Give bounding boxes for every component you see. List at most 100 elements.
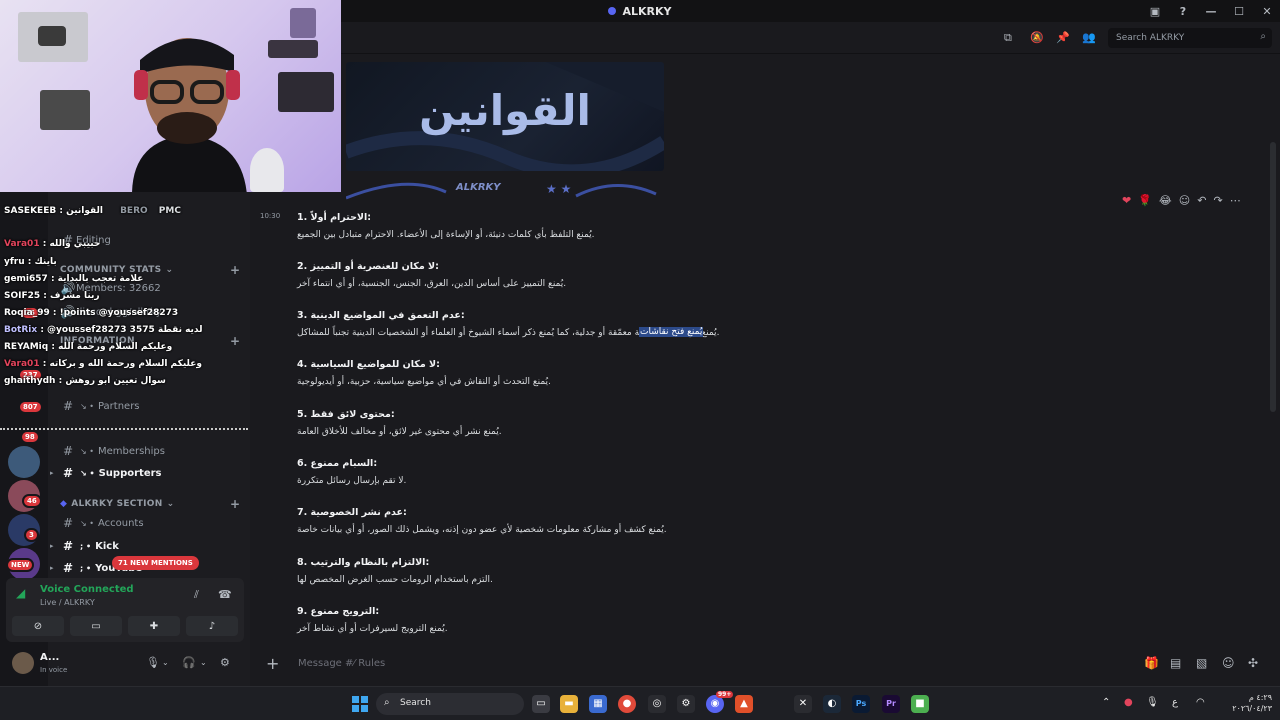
chat-text: : القوانين — [59, 206, 103, 216]
strip-decoration: ★ ★ — [346, 182, 657, 200]
chat-user: Roqia_99 — [4, 308, 50, 318]
soundboard-button[interactable]: ♪ — [186, 616, 238, 636]
main-chat: ⧉ 🔕 📌 👥 Search ALKRKY ⌕ القوانين ★ ★ ALK… — [250, 22, 1280, 686]
voice-channel[interactable]: Live / ALKRKY — [40, 598, 95, 607]
rule-title: 2. لا مكان للعنصرية أو التمييز: — [297, 261, 439, 272]
chat-line: Vara01 : حبيبي والله — [4, 239, 100, 249]
language-indicator[interactable]: ع — [1172, 697, 1178, 708]
settings-gear-icon[interactable]: ⚙ — [220, 656, 230, 669]
taskbar-clock[interactable]: ٤:٢٩ م ٢٠٢٦/٠٤/٢٣ — [1214, 692, 1272, 714]
help-icon[interactable]: ? — [1176, 5, 1190, 18]
channel-label: Accounts — [97, 517, 144, 529]
message-input[interactable]: Message #⁄ Rules — [298, 658, 385, 669]
chat-user: gemi657 — [4, 274, 48, 284]
inbox-icon[interactable]: ▣ — [1148, 5, 1162, 18]
server-icon — [608, 7, 617, 15]
noise-suppression-icon[interactable]: ⫽ — [194, 588, 199, 602]
rule-title: 7. عدم نشر الخصوصية: — [297, 507, 407, 518]
mute-icon[interactable]: 🔕 — [1030, 31, 1044, 44]
brave-icon[interactable]: ▲ — [735, 695, 753, 713]
clock-date: ٢٠٢٦/٠٤/٢٣ — [1232, 704, 1272, 713]
tray-mic-icon[interactable]: 🎙 — [1146, 697, 1159, 708]
rule-body: يُمنع التلفظ بأي كلمات دنيئة، أو الإساءة… — [297, 230, 595, 240]
scrollbar[interactable] — [1270, 142, 1276, 412]
forward-icon[interactable]: ↷ — [1213, 194, 1222, 210]
gift-icon[interactable]: 🎁 — [1144, 656, 1159, 670]
minimize-button[interactable]: — — [1204, 5, 1218, 18]
minecraft-icon[interactable]: ■ — [911, 695, 929, 713]
server-icon[interactable] — [8, 446, 40, 478]
voice-status[interactable]: Voice Connected — [40, 584, 134, 595]
laugh-reaction-icon[interactable]: 😂 — [1159, 194, 1172, 210]
camera-off-button[interactable]: ⊘ — [12, 616, 64, 636]
steam-icon[interactable]: ◐ — [823, 695, 841, 713]
attach-plus-icon[interactable]: + — [266, 654, 279, 673]
pin-icon[interactable]: 📌 — [1056, 31, 1070, 44]
add-channel-icon[interactable]: + — [230, 497, 240, 511]
channel-item-supporters[interactable]: ▸ # ↘ • Supporters — [50, 463, 244, 483]
heart-reaction-icon[interactable]: ❤ — [1122, 194, 1131, 210]
rule-body: يُمنع الترويج لسيرفرات أو أي نشاط آخر. — [297, 624, 448, 634]
rule-title: 3. عدم التعمق في المواضيع الدينية: — [297, 310, 465, 321]
unread-indicator-icon: ▸ — [50, 564, 54, 572]
chevron-down-icon[interactable]: ⌄ — [200, 658, 207, 667]
activities-button[interactable]: ✚ — [128, 616, 180, 636]
hash-icon: # — [62, 466, 74, 480]
streamer-silhouette — [132, 38, 247, 192]
windows-start-icon[interactable] — [352, 696, 368, 712]
app-icon[interactable]: ✕ — [794, 695, 812, 713]
rule-title: 9. الترويج ممنوع: — [297, 606, 380, 617]
avatar[interactable] — [12, 652, 34, 674]
settings-icon[interactable]: ⚙ — [677, 695, 695, 713]
rules-banner-image: القوانين — [346, 62, 664, 171]
channel-label: Memberships — [97, 445, 165, 457]
rule-body: التزم باستخدام الرومات حسب الغرض المخصص … — [297, 575, 493, 585]
user-name[interactable]: A... — [40, 652, 59, 663]
message-action-bar: ❤ 🌹 😂 ☺ ↶ ↷ ⋯ — [1122, 194, 1241, 210]
add-reaction-icon[interactable]: ☺ — [1179, 194, 1190, 210]
search-input[interactable]: Search ALKRKY ⌕ — [1108, 28, 1272, 48]
disconnect-icon[interactable]: ☎ — [218, 588, 232, 601]
search-placeholder: Search ALKRKY — [1116, 33, 1185, 43]
more-options-icon[interactable]: ⋯ — [1230, 194, 1241, 210]
channel-item-accounts[interactable]: # ↘ • Accounts — [56, 513, 244, 533]
microphone-icon[interactable]: 🎙 — [146, 656, 160, 669]
headphones-icon[interactable]: 🎧 — [182, 656, 196, 669]
members-icon[interactable]: 👥 — [1082, 31, 1096, 44]
screen-share-button[interactable]: ▭ — [70, 616, 122, 636]
category-label: ALKRKY SECTION — [71, 499, 163, 509]
selected-text: يُمنع فتح نقاشات — [639, 327, 704, 337]
tray-app-icon[interactable]: ● — [1124, 697, 1133, 708]
award-plaque — [40, 90, 90, 130]
apps-icon[interactable]: ✣ — [1248, 656, 1258, 670]
tray-overflow-icon[interactable]: ⌃ — [1102, 697, 1110, 708]
search-icon: ⌕ — [384, 697, 390, 708]
taskbar-search[interactable]: ⌕ Search — [376, 693, 524, 715]
unread-indicator-icon: ▸ — [50, 469, 54, 477]
store-icon[interactable]: ▦ — [589, 695, 607, 713]
maximize-button[interactable]: ☐ — [1232, 5, 1246, 18]
chrome-icon[interactable]: ● — [618, 695, 636, 713]
signal-icon: ◢ — [16, 586, 26, 600]
hash-icon: # — [62, 539, 74, 553]
rose-reaction-icon[interactable]: 🌹 — [1138, 194, 1152, 210]
task-view-icon[interactable]: ▭ — [532, 695, 550, 713]
channel-label: Supporters — [98, 467, 162, 479]
chat-line: Roqia_99 : !points @youssef28273 — [4, 308, 178, 318]
gif-icon[interactable]: ▤ — [1170, 656, 1181, 670]
channel-item-kick[interactable]: ▸ # ; • Kick — [50, 536, 244, 556]
photoshop-icon[interactable]: Ps — [852, 695, 870, 713]
chevron-down-icon[interactable]: ⌄ — [162, 658, 169, 667]
sticker-icon[interactable]: ▧ — [1196, 656, 1207, 670]
emoji-icon[interactable]: ☺ — [1222, 656, 1235, 670]
channel-item-memberships[interactable]: # ↘ • Memberships — [56, 441, 244, 461]
rule-body: يُمنع التحدث أو النقاش في أي مواضيع سياس… — [297, 377, 551, 387]
category-alkrky-section[interactable]: ◆ ALKRKY SECTION ⌄ + — [60, 497, 240, 511]
app-icon[interactable]: ◎ — [648, 695, 666, 713]
premiere-icon[interactable]: Pr — [882, 695, 900, 713]
reply-icon[interactable]: ↶ — [1197, 194, 1206, 210]
new-mentions-pill[interactable]: 71 NEW MENTIONS — [112, 556, 199, 570]
threads-icon[interactable]: ⧉ — [1004, 31, 1012, 45]
file-explorer-icon[interactable]: ▬ — [560, 695, 578, 713]
close-button[interactable]: ✕ — [1260, 5, 1274, 18]
